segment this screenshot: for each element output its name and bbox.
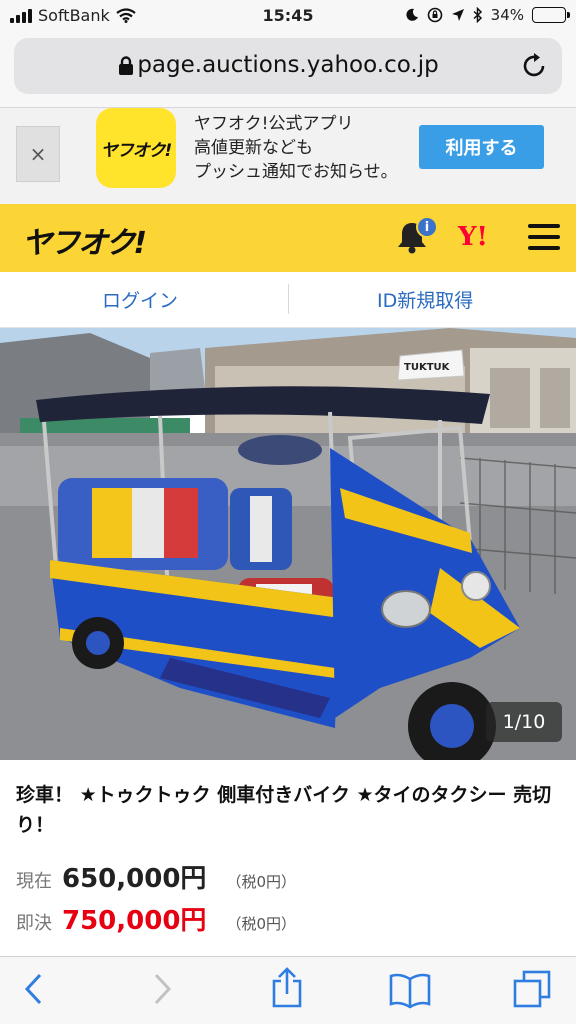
share-icon[interactable]	[270, 967, 304, 1009]
buyout-price-label: 即決	[16, 913, 52, 934]
product-photo[interactable]: TUKTUK 1/10	[0, 328, 576, 760]
back-icon[interactable]	[22, 971, 46, 1007]
account-links: ログイン ID新規取得	[0, 272, 576, 328]
address-bar-area: page.auctions.yahoo.co.jp	[0, 32, 576, 108]
location-icon	[451, 9, 464, 21]
banner-text: ヤフオク!公式アプリ 高値更新なども プッシュ通知でお知らせ。	[194, 112, 398, 184]
item-title: 珍車！ ★トゥクトゥク 側車付きバイク ★タイのタクシー 売切り！	[16, 784, 552, 836]
status-bar: SoftBank 15:45 34%	[0, 0, 576, 32]
notification-badge: i	[416, 216, 438, 238]
roof-sign-text: TUKTUK	[404, 362, 451, 373]
battery-percent: 34%	[490, 6, 524, 24]
current-price-label: 現在	[16, 871, 52, 892]
login-link[interactable]: ログイン	[102, 286, 178, 313]
reload-icon[interactable]	[522, 52, 548, 80]
photo-counter: 1/10	[486, 702, 562, 742]
address-bar[interactable]: page.auctions.yahoo.co.jp	[14, 38, 562, 94]
buyout-price-tax: （税0円）	[226, 915, 296, 933]
current-price: 650,000円	[62, 864, 207, 894]
rotation-lock-icon	[427, 7, 442, 23]
divider	[288, 284, 289, 314]
bluetooth-icon	[473, 7, 482, 23]
app-icon-text: ヤフオク!	[100, 140, 172, 161]
hamburger-menu-icon[interactable]	[528, 224, 560, 250]
yahoo-logo[interactable]: Y!	[458, 222, 488, 252]
tuktuk-image: TUKTUK	[0, 328, 576, 760]
register-link[interactable]: ID新規取得	[377, 286, 473, 313]
banner-line-3: プッシュ通知でお知らせ。	[194, 162, 398, 182]
banner-close-button[interactable]: ×	[16, 126, 60, 182]
status-right: 34%	[405, 6, 570, 24]
app-icon[interactable]: ヤフオク!	[96, 108, 176, 188]
banner-line-2: 高値更新なども	[194, 138, 313, 158]
use-app-button[interactable]: 利用する	[419, 125, 544, 169]
tabs-icon[interactable]	[512, 969, 552, 1009]
url-text: page.auctions.yahoo.co.jp	[137, 52, 439, 78]
site-logo[interactable]: ヤフオク!	[22, 218, 147, 262]
battery-icon	[532, 7, 570, 23]
moon-icon	[406, 8, 418, 21]
forward-icon[interactable]	[150, 971, 174, 1007]
app-banner: × ヤフオク! ヤフオク!公式アプリ 高値更新なども プッシュ通知でお知らせ。 …	[0, 108, 576, 204]
browser-toolbar	[0, 956, 576, 1024]
current-price-row: 現在 650,000円 （税0円）	[16, 858, 296, 895]
bookmarks-icon[interactable]	[388, 971, 432, 1009]
buyout-price-row: 即決 750,000円 （税0円）	[16, 900, 296, 937]
buyout-price: 750,000円	[62, 906, 207, 936]
current-price-tax: （税0円）	[226, 873, 296, 891]
site-header: ヤフオク! i Y!	[0, 204, 576, 272]
banner-line-title: ヤフオク!公式アプリ	[194, 114, 354, 134]
